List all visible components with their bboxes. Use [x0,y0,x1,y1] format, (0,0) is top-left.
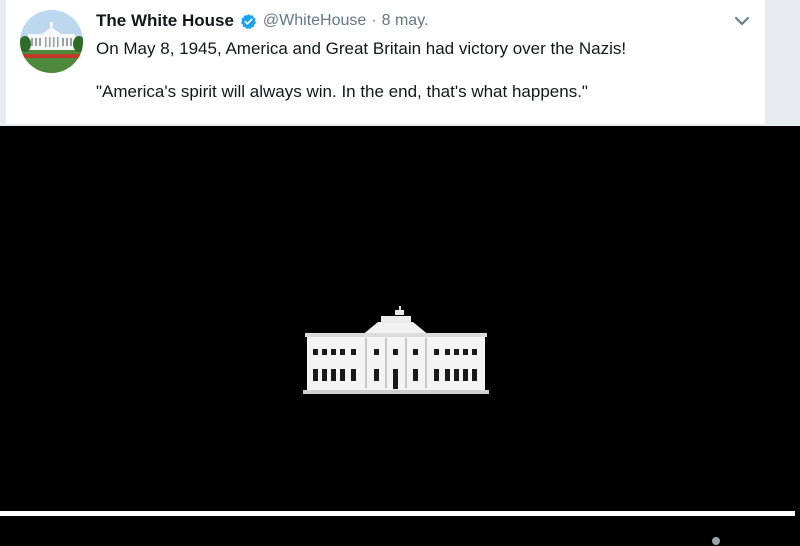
tweet-text-line: On May 8, 1945, America and Great Britai… [96,39,627,58]
white-house-avatar-icon [20,10,83,73]
video-progress-bar[interactable] [0,511,795,516]
avatar[interactable] [20,10,83,73]
video-control-indicator[interactable] [712,537,720,545]
tweet-header: The White House @WhiteHouse · 8 may. [96,10,428,32]
handle[interactable]: @WhiteHouse [263,12,366,30]
tweet-card[interactable]: The White House @WhiteHouse · 8 may. On … [6,0,765,124]
tweet-date[interactable]: 8 may. [382,12,429,30]
tweet-text-quote: "America's spirit will always win. In th… [96,82,588,101]
video-player[interactable] [0,126,800,546]
tweet-text: On May 8, 1945, America and Great Britai… [96,38,751,103]
verified-badge-icon [240,13,256,29]
chevron-down-icon[interactable] [733,12,751,30]
separator-dot: · [371,12,377,29]
display-name[interactable]: The White House [96,11,234,31]
video-progress-fill [0,511,795,516]
white-house-logo-icon [303,306,489,394]
